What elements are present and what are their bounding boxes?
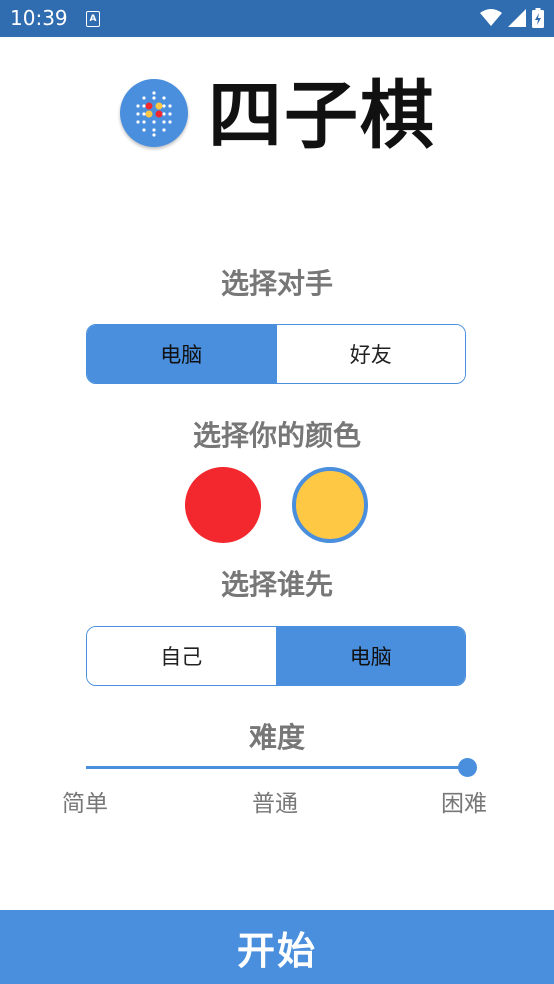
- start-button[interactable]: 开始: [0, 910, 554, 984]
- notification-icon: A: [86, 11, 100, 27]
- app-title: 四子棋: [208, 73, 436, 159]
- first-option-computer[interactable]: 电脑: [275, 627, 465, 685]
- difficulty-tick-hard: 困难: [441, 791, 487, 817]
- difficulty-slider-thumb[interactable]: [458, 758, 477, 777]
- color-option-red[interactable]: [185, 467, 261, 543]
- difficulty-slider-track[interactable]: [86, 766, 468, 769]
- opponent-selector: 电脑 好友: [86, 324, 466, 384]
- first-player-label: 选择谁先: [220, 568, 333, 601]
- first-option-self[interactable]: 自己: [87, 627, 276, 685]
- status-bar: 10:39 A: [0, 0, 554, 37]
- opponent-option-friend[interactable]: 好友: [275, 325, 465, 383]
- battery-icon: [532, 8, 544, 28]
- difficulty-tick-easy: 简单: [62, 791, 108, 817]
- difficulty-tick-normal: 普通: [252, 791, 298, 817]
- first-player-selector: 自己 电脑: [86, 626, 466, 686]
- status-time: 10:39: [10, 6, 68, 30]
- difficulty-label: 难度: [248, 721, 305, 754]
- connect-four-icon: [120, 79, 188, 147]
- color-option-yellow[interactable]: [292, 467, 368, 543]
- color-label: 选择你的颜色: [192, 419, 361, 452]
- signal-icon: [508, 9, 526, 27]
- opponent-label: 选择对手: [220, 267, 333, 300]
- opponent-option-computer[interactable]: 电脑: [87, 325, 276, 383]
- header: 四子棋: [0, 70, 554, 160]
- status-icons: [480, 8, 544, 28]
- wifi-icon: [480, 9, 502, 26]
